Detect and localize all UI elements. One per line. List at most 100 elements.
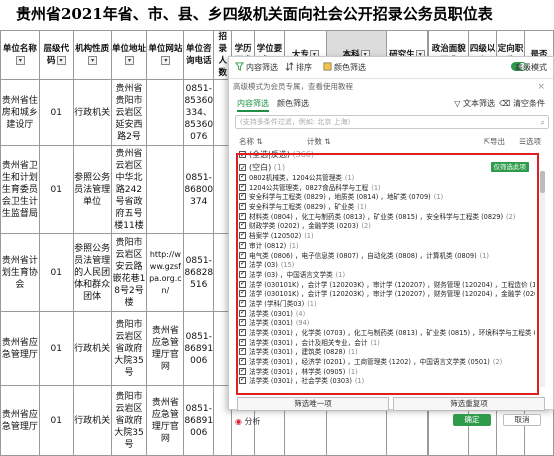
header-cell[interactable]: 单位地址▾ bbox=[110, 30, 148, 80]
checkbox[interactable] bbox=[239, 367, 246, 375]
list-item[interactable]: 安全科学与工程类 (0829) ，矿业类(1) bbox=[239, 203, 535, 213]
cell-address[interactable]: 贵阳市云岩区省政府大院35号 bbox=[110, 311, 148, 386]
select-all-row[interactable]: (全选|反选) (366) bbox=[229, 148, 553, 162]
tab-content-filter[interactable]: 内容筛选 bbox=[237, 98, 269, 112]
cell-site[interactable]: http://www.gzsfpa.org.cn/ bbox=[146, 233, 185, 312]
list-item[interactable]: 1204公共管理类，0827食品科学与工程(1) bbox=[239, 183, 535, 194]
cell-name[interactable]: 贵州省应急管理厅 bbox=[0, 385, 40, 456]
header-cell[interactable]: 机构性质▾ bbox=[72, 30, 112, 80]
checkbox[interactable] bbox=[239, 319, 246, 327]
checkbox[interactable] bbox=[239, 174, 246, 182]
options-button[interactable]: ☰选项 bbox=[519, 136, 541, 147]
cell-nature[interactable]: 行政机关 bbox=[72, 79, 112, 146]
list-scrollbar[interactable] bbox=[540, 171, 545, 387]
cell-name[interactable]: 贵州省卫生和计划生育委员会卫生计生监督局 bbox=[0, 145, 40, 234]
cell-address[interactable]: 贵州省云岩区中华北路242号省政府五号楼11楼 bbox=[110, 145, 148, 234]
header-cell[interactable]: 单位名称▾ bbox=[0, 30, 40, 80]
checkbox[interactable] bbox=[239, 377, 246, 385]
list-item[interactable]: 法学类 (0301)(4) bbox=[239, 309, 535, 320]
export-button[interactable]: ⇱导出 bbox=[484, 136, 505, 147]
list-item[interactable]: 法学类 (0301)(94) bbox=[239, 319, 535, 329]
checkbox[interactable] bbox=[239, 232, 246, 240]
sort-by-count[interactable]: 计数 ⇅ bbox=[307, 136, 331, 147]
checkbox[interactable] bbox=[239, 309, 246, 317]
checkbox[interactable] bbox=[239, 203, 246, 211]
list-item[interactable]: 电气类 (0806) ，电子信息类 (0807) ，自动化类 (0808) ，计… bbox=[239, 251, 535, 262]
cell-nature[interactable]: 行政机关 bbox=[72, 385, 112, 456]
blank-value-row[interactable]: (空白) (1) 仅筛选此项 bbox=[229, 161, 553, 175]
list-item[interactable]: 材料类 (0804) ，化工与制药类 (0813) ，矿业类 (0815) ，安… bbox=[239, 212, 535, 223]
checkbox[interactable] bbox=[239, 212, 246, 220]
value-list[interactable]: 0802机械类，1204公共管理类(1)1204公共管理类，0827食品科学与工… bbox=[239, 174, 535, 387]
cell-phone[interactable]: 0851-86800374 bbox=[183, 145, 215, 234]
content-filter-tab[interactable]: 内容筛选 bbox=[235, 62, 278, 73]
list-item[interactable]: 法学 (03) ，中国语言文学类(1) bbox=[239, 270, 535, 281]
cell-nature[interactable]: 参照公务员法管理单位 bbox=[72, 145, 112, 234]
list-item[interactable]: 法学类 (0301) ，化学类 (0703) ，化工与制药类 (0813) ，矿… bbox=[239, 329, 535, 339]
cell-phone[interactable]: 0851-86891006 bbox=[183, 385, 215, 456]
filter-search-input[interactable]: (支持多条件过滤，例如: 北京 上海) ⌕ bbox=[235, 115, 549, 129]
list-item[interactable]: 法学类 (0301) ，社会学类 (0303)(1) bbox=[239, 377, 535, 387]
filter-only-this-button[interactable]: 仅筛选此项 bbox=[490, 162, 529, 172]
color-filter-button[interactable]: 颜色筛选 bbox=[323, 62, 366, 73]
checkbox[interactable] bbox=[239, 299, 246, 308]
cell-level[interactable]: 01 bbox=[38, 79, 74, 146]
sort-button[interactable]: 排序 bbox=[285, 62, 312, 73]
cell-site[interactable]: 贵州省应急管理厅官网 bbox=[146, 385, 185, 456]
checkbox[interactable] bbox=[239, 193, 246, 201]
list-item[interactable]: 审计 (0812)(1) bbox=[239, 241, 535, 252]
confirm-button[interactable]: 确定 bbox=[453, 414, 491, 426]
cell-name[interactable]: 贵州省住房和城乡建设厅 bbox=[0, 79, 40, 146]
filter-unique-button[interactable]: 筛选唯一项 bbox=[237, 397, 389, 411]
header-cell[interactable]: 单位咨询电话 bbox=[183, 30, 215, 80]
cell-site[interactable] bbox=[146, 145, 185, 234]
checkbox[interactable] bbox=[239, 348, 246, 356]
list-item[interactable]: 法学类 (0301) ，林学类 (0905)(1) bbox=[239, 367, 535, 378]
list-item[interactable]: 法学 (030101K) ，会计学 (120203K) ，审计学 (120207… bbox=[239, 280, 535, 291]
cell-phone[interactable]: 0851-85360334、85360076 bbox=[183, 79, 215, 146]
header-cell[interactable]: 单位网站▾ bbox=[146, 30, 185, 80]
cell-site[interactable] bbox=[146, 79, 185, 146]
checkbox[interactable] bbox=[239, 329, 246, 337]
checkbox[interactable] bbox=[239, 290, 246, 298]
sort-by-name[interactable]: 名称 ⇅ bbox=[239, 136, 263, 147]
filter-duplicate-button[interactable]: 筛选重复项 bbox=[393, 397, 545, 411]
cell-nature[interactable]: 参照公务员法管理的人民团体和群众团体 bbox=[72, 233, 112, 312]
cell-name[interactable]: 贵州省计划生育协会 bbox=[0, 233, 40, 312]
cell-level[interactable]: 01 bbox=[38, 145, 74, 234]
cell-address[interactable]: 贵阳市云岩区省政府大院35号 bbox=[110, 385, 148, 456]
checkbox[interactable] bbox=[239, 251, 246, 259]
clear-conditions-button[interactable]: ⌫ 清空条件 bbox=[499, 98, 545, 109]
cell-level[interactable]: 01 bbox=[38, 311, 74, 386]
checkbox[interactable] bbox=[239, 280, 246, 288]
header-cell[interactable]: 层级代码 ▾ bbox=[38, 30, 74, 80]
checkbox[interactable] bbox=[239, 149, 246, 162]
cell-address[interactable]: 贵州省贵阳市云岩区延安西路2号 bbox=[110, 79, 148, 146]
list-item[interactable]: 0802机械类，1204公共管理类(1) bbox=[239, 174, 535, 184]
list-item[interactable]: 法学 (03)(15) bbox=[239, 261, 535, 271]
list-item[interactable]: 法学类 (0301) ，建筑类 (0828)(1) bbox=[239, 348, 535, 358]
cell-phone[interactable]: 0851-86828516 bbox=[183, 233, 215, 312]
checkbox[interactable] bbox=[239, 358, 246, 366]
close-icon[interactable]: × bbox=[537, 79, 545, 95]
cancel-button[interactable]: 取消 bbox=[503, 414, 541, 426]
checkbox[interactable] bbox=[239, 162, 246, 175]
cell-name[interactable]: 贵州省应急管理厅 bbox=[0, 311, 40, 386]
cell-level[interactable]: 01 bbox=[38, 385, 74, 456]
checkbox[interactable] bbox=[239, 183, 246, 191]
text-filter-button[interactable]: ▽ 文本筛选 bbox=[454, 98, 495, 109]
cell-address[interactable]: 贵阳市云岩区安云路嵌花巷18号2号楼 bbox=[110, 233, 148, 312]
analysis-button[interactable]: ◉ 分析 bbox=[235, 416, 261, 427]
cell-level[interactable]: 01 bbox=[38, 233, 74, 312]
list-item[interactable]: 财政学类 (0202) ，金融学类 (0203)(2) bbox=[239, 222, 535, 232]
checkbox[interactable] bbox=[239, 241, 246, 250]
list-item[interactable]: 法学类 (0301) ，会计及相关专业，会计(1) bbox=[239, 338, 535, 349]
list-item[interactable]: 法学类 (0301) ，经济学 (0201) ，工商管理类 (1202) ，中国… bbox=[239, 358, 535, 368]
tab-color-filter[interactable]: 颜色筛选 bbox=[277, 98, 309, 109]
list-item[interactable]: 安全科学与工程类 (0829) ，地质类 (0814) ，地矿类 (0709)(… bbox=[239, 193, 535, 203]
checkbox[interactable] bbox=[239, 338, 246, 346]
list-item[interactable]: 法学 (030101K) ，会计学 (120203K) ，审计学 (120207… bbox=[239, 290, 535, 300]
cell-nature[interactable]: 行政机关 bbox=[72, 311, 112, 386]
cell-phone[interactable]: 0851-86891006 bbox=[183, 311, 215, 386]
checkbox[interactable] bbox=[239, 261, 246, 269]
